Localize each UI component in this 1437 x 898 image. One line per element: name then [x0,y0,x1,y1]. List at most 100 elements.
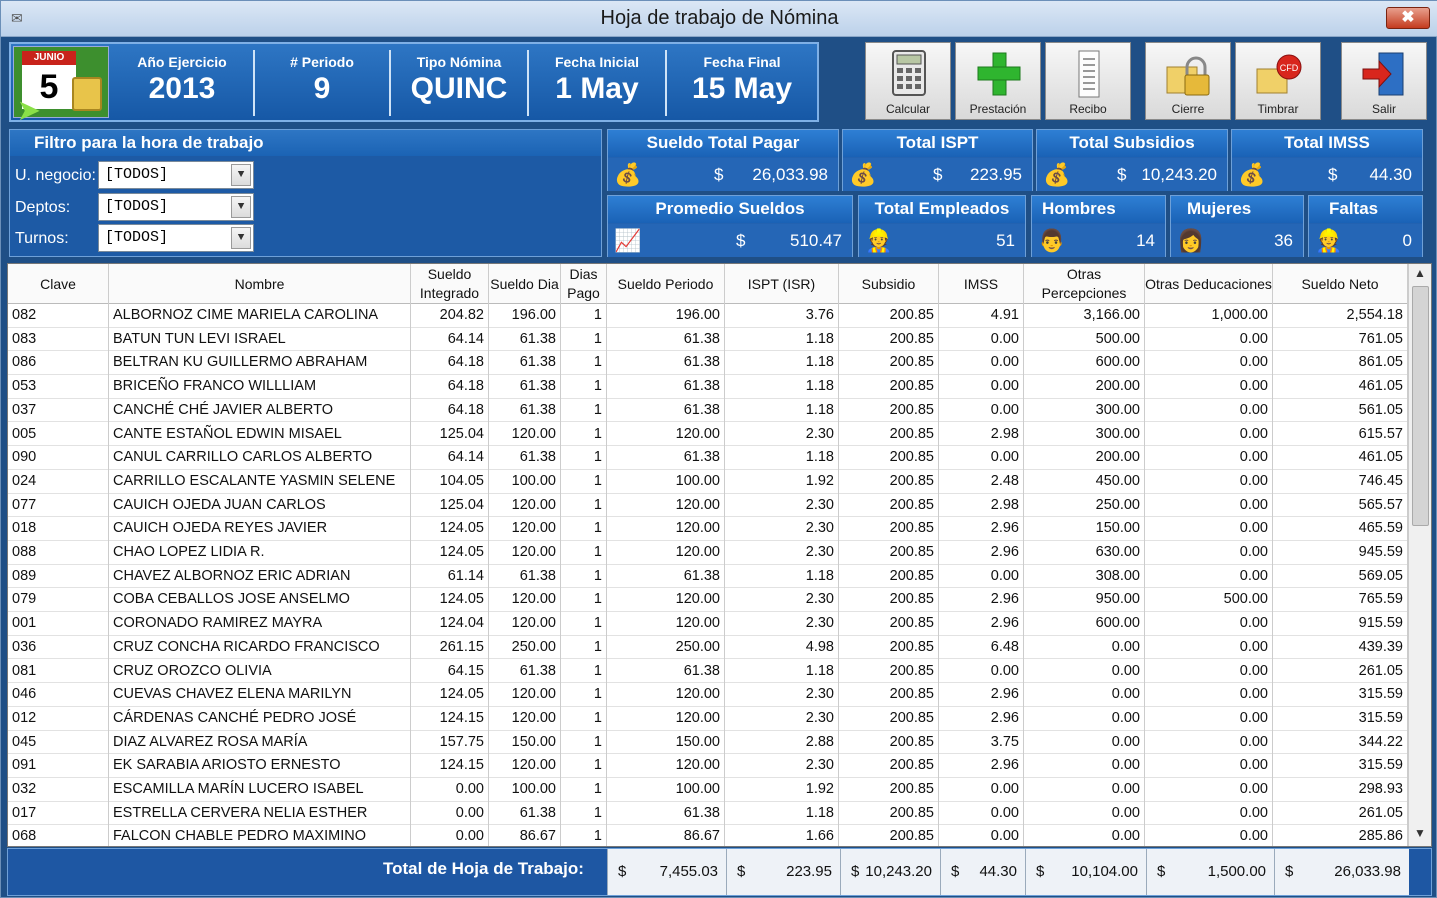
cell-sueldo-integrado[interactable]: 64.15 [411,659,489,684]
cell-dias-pago[interactable]: 1 [561,327,607,352]
cell-imss[interactable]: 3.75 [939,730,1024,755]
cell-dias-pago[interactable]: 1 [561,659,607,684]
cell-sueldo-neto[interactable]: 561.05 [1273,398,1408,423]
cell-imss[interactable]: 2.96 [939,541,1024,565]
cell-sueldo-integrado[interactable]: 124.05 [411,588,489,613]
cell-imss[interactable]: 0.00 [939,825,1024,846]
cell-sueldo-neto[interactable]: 761.05 [1273,327,1408,352]
chevron-down-icon[interactable]: ▼ [231,227,251,249]
cell-subsidio[interactable]: 200.85 [839,612,939,637]
table-row[interactable]: 091 EK SARABIA ARIOSTO ERNESTO 124.15 120.0… [8,754,1408,779]
cell-imss[interactable]: 0.00 [939,659,1024,684]
cell-subsidio[interactable]: 200.85 [839,304,939,328]
cell-sueldo-neto[interactable]: 261.05 [1273,659,1408,684]
cell-ispt[interactable]: 1.18 [725,446,839,471]
cell-imss[interactable]: 2.96 [939,754,1024,779]
cell-dias-pago[interactable]: 1 [561,469,607,494]
cell-dias-pago[interactable]: 1 [561,541,607,565]
cell-sueldo-periodo[interactable]: 120.00 [607,541,725,565]
cell-sueldo-periodo[interactable]: 61.38 [607,801,725,826]
cell-nombre[interactable]: FALCON CHABLE PEDRO MAXIMINO [109,825,411,846]
table-row[interactable]: 068 FALCON CHABLE PEDRO MAXIMINO 0.00 86.67… [8,825,1408,846]
cell-sueldo-periodo[interactable]: 120.00 [607,612,725,637]
cell-clave[interactable]: 089 [8,564,109,589]
cell-sueldo-dia[interactable]: 196.00 [489,304,561,328]
cell-subsidio[interactable]: 200.85 [839,754,939,779]
cell-clave[interactable]: 012 [8,706,109,731]
cell-otras-deducciones[interactable]: 0.00 [1145,398,1273,423]
cell-sueldo-neto[interactable]: 461.05 [1273,446,1408,471]
cell-sueldo-periodo[interactable]: 120.00 [607,706,725,731]
cell-sueldo-neto[interactable]: 261.05 [1273,801,1408,826]
cell-sueldo-integrado[interactable]: 124.15 [411,754,489,779]
negocio-select[interactable]: [TODOS] ▼ [98,161,254,189]
cell-otras-percepciones[interactable]: 200.00 [1024,446,1145,471]
cell-ispt[interactable]: 1.18 [725,564,839,589]
cell-sueldo-periodo[interactable]: 61.38 [607,564,725,589]
cell-imss[interactable]: 0.00 [939,778,1024,802]
cell-subsidio[interactable]: 200.85 [839,327,939,352]
table-row[interactable]: 012 CÁRDENAS CANCHÉ PEDRO JOSÉ 124.15 120.0… [8,706,1408,731]
cell-clave[interactable]: 088 [8,541,109,565]
cell-sueldo-dia[interactable]: 61.38 [489,375,561,400]
table-row[interactable]: 018 CAUICH OJEDA REYES JAVIER 124.05 120.00… [8,517,1408,542]
cell-sueldo-neto[interactable]: 945.59 [1273,541,1408,565]
cell-nombre[interactable]: CANUL CARRILLO CARLOS ALBERTO [109,446,411,471]
cell-otras-deducciones[interactable]: 0.00 [1145,517,1273,542]
cell-subsidio[interactable]: 200.85 [839,541,939,565]
table-row[interactable]: 086 BELTRAN KU GUILLERMO ABRAHAM 64.18 61.3… [8,351,1408,376]
cell-sueldo-periodo[interactable]: 120.00 [607,517,725,542]
cell-sueldo-neto[interactable]: 315.59 [1273,683,1408,708]
cell-clave[interactable]: 018 [8,517,109,542]
cell-otras-percepciones[interactable]: 0.00 [1024,635,1145,660]
cell-dias-pago[interactable]: 1 [561,801,607,826]
cell-ispt[interactable]: 1.92 [725,469,839,494]
cell-otras-deducciones[interactable]: 0.00 [1145,683,1273,708]
turnos-select[interactable]: [TODOS] ▼ [98,224,254,252]
cell-subsidio[interactable]: 200.85 [839,446,939,471]
cell-otras-deducciones[interactable]: 0.00 [1145,446,1273,471]
cell-sueldo-periodo[interactable]: 61.38 [607,375,725,400]
column-header-nombre[interactable]: Nombre [109,264,411,304]
cell-clave[interactable]: 005 [8,422,109,447]
cell-sueldo-integrado[interactable]: 64.14 [411,446,489,471]
cell-dias-pago[interactable]: 1 [561,778,607,802]
cell-subsidio[interactable]: 200.85 [839,706,939,731]
cell-clave[interactable]: 046 [8,683,109,708]
cell-nombre[interactable]: CUEVAS CHAVEZ ELENA MARILYN [109,683,411,708]
cell-clave[interactable]: 081 [8,659,109,684]
cell-imss[interactable]: 2.98 [939,422,1024,447]
cell-otras-percepciones[interactable]: 300.00 [1024,422,1145,447]
cell-dias-pago[interactable]: 1 [561,706,607,731]
column-header-subsidio[interactable]: Subsidio [839,264,939,304]
cell-nombre[interactable]: ESTRELLA CERVERA NELIA ESTHER [109,801,411,826]
cell-otras-deducciones[interactable]: 0.00 [1145,730,1273,755]
cell-sueldo-integrado[interactable]: 0.00 [411,801,489,826]
cell-sueldo-periodo[interactable]: 150.00 [607,730,725,755]
cell-sueldo-integrado[interactable]: 0.00 [411,825,489,846]
cell-otras-deducciones[interactable]: 0.00 [1145,801,1273,826]
recibo-button[interactable]: Recibo [1045,42,1131,120]
table-row[interactable]: 077 CAUICH OJEDA JUAN CARLOS 125.04 120.00 1… [8,493,1408,518]
cell-dias-pago[interactable]: 1 [561,304,607,328]
cell-sueldo-periodo[interactable]: 120.00 [607,422,725,447]
cell-ispt[interactable]: 1.18 [725,327,839,352]
cell-clave[interactable]: 001 [8,612,109,637]
cell-sueldo-integrado[interactable]: 64.14 [411,327,489,352]
cell-clave[interactable]: 090 [8,446,109,471]
cell-sueldo-periodo[interactable]: 196.00 [607,304,725,328]
cell-sueldo-integrado[interactable]: 124.05 [411,517,489,542]
column-header-sueldo-integrado[interactable]: Sueldo Integrado [411,264,489,304]
chevron-down-icon[interactable]: ▼ [231,196,251,218]
table-row[interactable]: 090 CANUL CARRILLO CARLOS ALBERTO 64.14 61.… [8,446,1408,471]
cell-sueldo-neto[interactable]: 765.59 [1273,588,1408,613]
table-row[interactable]: 045 DIAZ ALVAREZ ROSA MARÍA 157.75 150.00 1 1… [8,730,1408,755]
cell-nombre[interactable]: DIAZ ALVAREZ ROSA MARÍA [109,730,411,755]
cell-dias-pago[interactable]: 1 [561,351,607,376]
cell-imss[interactable]: 0.00 [939,801,1024,826]
cell-otras-percepciones[interactable]: 0.00 [1024,683,1145,708]
cell-clave[interactable]: 036 [8,635,109,660]
cell-sueldo-periodo[interactable]: 61.38 [607,659,725,684]
cell-dias-pago[interactable]: 1 [561,825,607,846]
cell-sueldo-periodo[interactable]: 120.00 [607,588,725,613]
